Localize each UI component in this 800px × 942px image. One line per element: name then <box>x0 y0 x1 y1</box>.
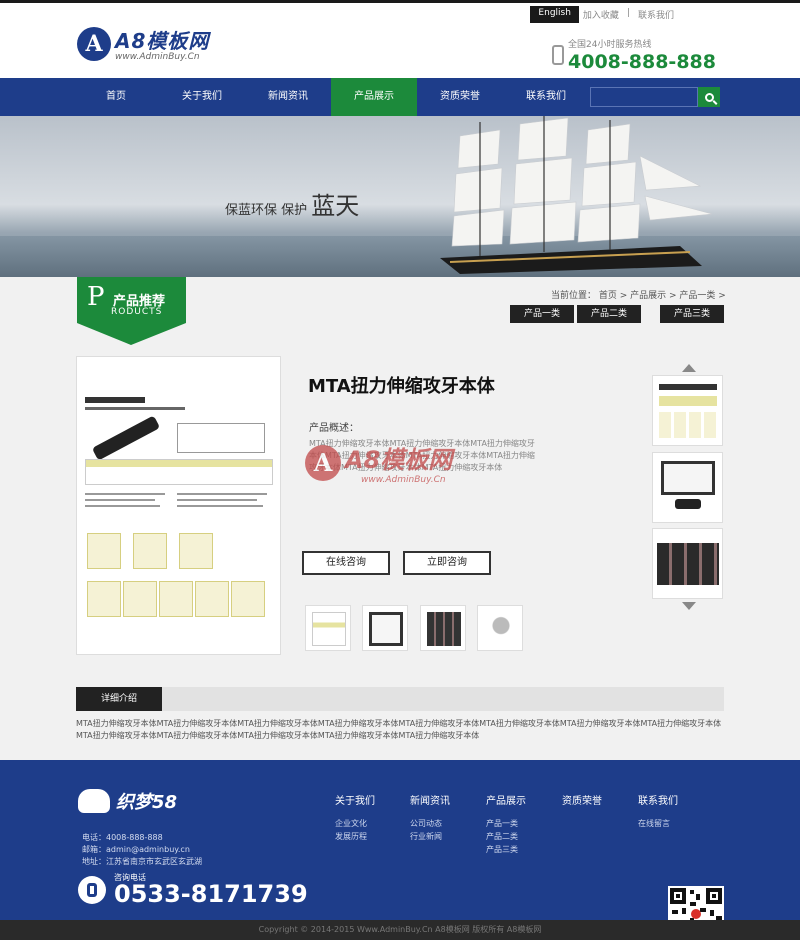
product-title: MTA扭力伸缩攻牙本体 <box>308 376 495 397</box>
side-thumb-1[interactable] <box>652 375 723 446</box>
main-nav: 首页 关于我们 新闻资讯 产品展示 资质荣誉 联系我们 <box>0 78 800 116</box>
sailing-ship-image <box>440 116 713 274</box>
header: A A8模板网 www.AdminBuy.Cn English 加入收藏 | 联… <box>0 3 800 78</box>
badge-letter: P <box>87 282 105 312</box>
footer-link[interactable]: 企业文化 <box>335 817 375 830</box>
footer-col-title[interactable]: 资质荣誉 <box>562 792 602 807</box>
language-bar: English 加入收藏 | 联系我们 <box>530 6 678 23</box>
nav-item-about[interactable]: 关于我们 <box>159 78 245 116</box>
slogan-big: 蓝天 <box>311 192 360 220</box>
footer-phone: 电话：4008-888-888 <box>82 833 163 842</box>
product-desc-label: 产品概述： <box>309 423 359 434</box>
nav-item-news[interactable]: 新闻资讯 <box>245 78 331 116</box>
consult-now-button[interactable]: 立即咨询 <box>403 551 491 575</box>
footer-contact-info: 电话：4008-888-888 邮箱：admin@adminbuy.cn 地址：… <box>82 832 202 868</box>
nav-item-contact[interactable]: 联系我们 <box>503 78 589 116</box>
footer-link[interactable]: 产品一类 <box>486 817 526 830</box>
product-thumb-3[interactable] <box>420 605 466 651</box>
english-link[interactable]: English <box>530 6 579 23</box>
footer-col-products: 产品展示 产品一类 产品二类 产品三类 <box>486 792 526 856</box>
scroll-down-arrow-icon[interactable] <box>682 602 696 610</box>
hotline-number: 4008-888-888 <box>568 51 716 73</box>
product-main-image[interactable] <box>76 356 281 655</box>
subcat-one[interactable]: 产品一类 <box>510 305 574 323</box>
footer-link[interactable]: 发展历程 <box>335 830 375 843</box>
copyright: Copyright © 2014-2015 Www.AdminBuy.Cn A8… <box>0 920 800 940</box>
scroll-up-arrow-icon[interactable] <box>682 364 696 372</box>
footer-hotline: 咨询电话 0533-8171739 <box>78 872 308 908</box>
slogan-small: 保蓝环保 保护 <box>225 203 308 218</box>
detail-tab-bar <box>76 687 724 711</box>
footer-logo-text: 织梦58 <box>116 792 178 813</box>
footer-link[interactable]: 公司动态 <box>410 817 450 830</box>
contact-link[interactable]: 联系我们 <box>634 6 678 23</box>
footer-link[interactable]: 产品三类 <box>486 843 526 856</box>
footer-col-title[interactable]: 产品展示 <box>486 792 526 807</box>
watermark-subtitle: www.AdminBuy.Cn <box>361 475 446 485</box>
search-input[interactable] <box>590 87 698 107</box>
site-watermark: A A8模板网 www.AdminBuy.Cn <box>305 440 452 485</box>
hero-banner: 保蓝环保 保护 蓝天 <box>0 116 800 277</box>
product-thumb-2[interactable] <box>362 605 408 651</box>
search-button[interactable] <box>698 87 720 107</box>
search-icon <box>704 92 714 102</box>
tab-detail[interactable]: 详细介绍 <box>76 687 162 711</box>
footer-link[interactable]: 产品二类 <box>486 830 526 843</box>
watermark-title: A8模板网 <box>345 446 453 474</box>
footer-link[interactable]: 行业新闻 <box>410 830 450 843</box>
footer-col-honors: 资质荣誉 <box>562 792 602 817</box>
watermark-logo-icon: A <box>305 444 341 481</box>
footer-col-contact: 联系我们 在线留言 <box>638 792 678 830</box>
footer-email: 邮箱：admin@adminbuy.cn <box>82 845 190 854</box>
phone-icon <box>552 45 564 65</box>
footer-link[interactable]: 在线留言 <box>638 817 678 830</box>
breadcrumb[interactable]: 当前位置： 首页 > 产品展示 > 产品一类 > <box>551 288 726 301</box>
footer-col-title[interactable]: 关于我们 <box>335 792 375 807</box>
subcat-three[interactable]: 产品三类 <box>660 305 724 323</box>
nav-item-home[interactable]: 首页 <box>73 78 159 116</box>
footer: 织梦58 电话：4008-888-888 邮箱：admin@adminbuy.c… <box>0 760 800 942</box>
online-consult-button[interactable]: 在线咨询 <box>302 551 390 575</box>
logo-title: A8模板网 <box>115 29 210 53</box>
footer-col-about: 关于我们 企业文化 发展历程 <box>335 792 375 843</box>
logo-mark-icon: A <box>77 26 111 61</box>
detail-text: MTA扭力伸缩攻牙本体MTA扭力伸缩攻牙本体MTA扭力伸缩攻牙本体MTA扭力伸缩… <box>76 719 722 740</box>
logo-subtitle: www.AdminBuy.Cn <box>115 52 200 62</box>
product-thumb-1[interactable] <box>305 605 351 651</box>
phone-icon <box>78 876 106 904</box>
favorite-link[interactable]: 加入收藏 <box>579 6 623 23</box>
product-thumb-4[interactable] <box>477 605 523 651</box>
nav-item-honors[interactable]: 资质荣誉 <box>417 78 503 116</box>
section-badge: P 产品推荐 RODUCTS <box>77 277 186 345</box>
footer-address: 地址：江苏省南京市玄武区玄武湖 <box>82 857 202 866</box>
banner-slogan: 保蓝环保 保护 蓝天 <box>225 186 359 221</box>
side-thumb-3[interactable] <box>652 528 723 599</box>
footer-col-title[interactable]: 联系我们 <box>638 792 678 807</box>
footer-col-title[interactable]: 新闻资讯 <box>410 792 450 807</box>
footer-logo[interactable]: 织梦58 <box>78 788 177 814</box>
footer-col-news: 新闻资讯 公司动态 行业新闻 <box>410 792 450 843</box>
cloud-logo-icon <box>78 789 110 813</box>
side-thumb-2[interactable] <box>652 452 723 523</box>
nav-item-products[interactable]: 产品展示 <box>331 78 417 116</box>
hotline-label: 全国24小时服务热线 <box>568 40 652 50</box>
hotline: 全国24小时服务热线 4008-888-888 <box>552 37 716 73</box>
site-logo[interactable]: A A8模板网 www.AdminBuy.Cn <box>77 25 209 62</box>
subcat-two[interactable]: 产品二类 <box>577 305 641 323</box>
badge-english: RODUCTS <box>111 307 163 317</box>
footer-phone-number: 0533-8171739 <box>114 880 308 908</box>
separator: | <box>626 8 630 18</box>
